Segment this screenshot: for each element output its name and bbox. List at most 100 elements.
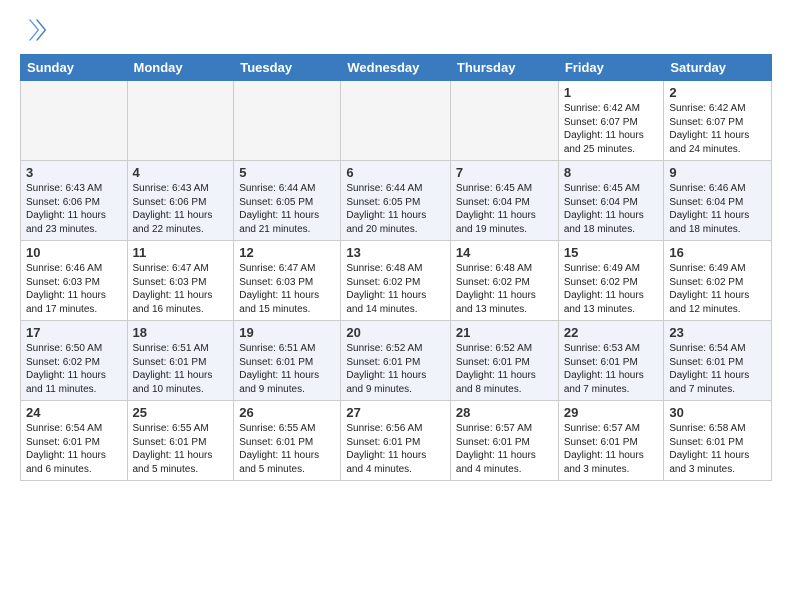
day-info: Sunrise: 6:47 AM Sunset: 6:03 PM Dayligh… (133, 262, 229, 316)
day-info: Sunrise: 6:45 AM Sunset: 6:04 PM Dayligh… (564, 182, 659, 236)
day-number: 22 (564, 325, 659, 340)
day-info: Sunrise: 6:51 AM Sunset: 6:01 PM Dayligh… (133, 342, 229, 396)
page: SundayMondayTuesdayWednesdayThursdayFrid… (0, 0, 792, 612)
day-number: 20 (346, 325, 445, 340)
day-number: 14 (456, 245, 553, 260)
day-number: 29 (564, 405, 659, 420)
day-number: 26 (239, 405, 335, 420)
day-number: 11 (133, 245, 229, 260)
day-info: Sunrise: 6:46 AM Sunset: 6:04 PM Dayligh… (669, 182, 766, 236)
calendar-week-2: 3 Sunrise: 6:43 AM Sunset: 6:06 PM Daylig… (21, 161, 772, 241)
day-cell-11: 11 Sunrise: 6:47 AM Sunset: 6:03 PM Dayli… (127, 241, 234, 321)
weekday-header-row: SundayMondayTuesdayWednesdayThursdayFrid… (21, 55, 772, 81)
day-cell-4: 4Sunrise: 6:43 AM Sunset: 6:06 PM Daylig… (127, 161, 234, 241)
weekday-header-tuesday: Tuesday (234, 55, 341, 81)
day-cell-8: 8Sunrise: 6:45 AM Sunset: 6:04 PM Daylig… (558, 161, 664, 241)
day-number: 25 (133, 405, 229, 420)
day-cell-2: 2Sunrise: 6:42 AM Sunset: 6:07 PM Daylig… (664, 81, 772, 161)
day-info: Sunrise: 6:53 AM Sunset: 6:01 PM Dayligh… (564, 342, 659, 396)
weekday-header-sunday: Sunday (21, 55, 128, 81)
weekday-header-monday: Monday (127, 55, 234, 81)
day-number: 12 (239, 245, 335, 260)
calendar: SundayMondayTuesdayWednesdayThursdayFrid… (20, 54, 772, 481)
day-number: 3 (26, 165, 122, 180)
day-info: Sunrise: 6:45 AM Sunset: 6:04 PM Dayligh… (456, 182, 553, 236)
day-cell-16: 16 Sunrise: 6:49 AM Sunset: 6:02 PM Dayli… (664, 241, 772, 321)
day-info: Sunrise: 6:54 AM Sunset: 6:01 PM Dayligh… (26, 422, 122, 476)
day-cell-14: 14 Sunrise: 6:48 AM Sunset: 6:02 PM Dayli… (450, 241, 558, 321)
day-number: 7 (456, 165, 553, 180)
day-cell-6: 6 Sunrise: 6:44 AM Sunset: 6:05 PM Daylig… (341, 161, 451, 241)
day-number: 5 (239, 165, 335, 180)
day-info: Sunrise: 6:55 AM Sunset: 6:01 PM Dayligh… (133, 422, 229, 476)
weekday-header-saturday: Saturday (664, 55, 772, 81)
day-number: 23 (669, 325, 766, 340)
day-cell-29: 29 Sunrise: 6:57 AM Sunset: 6:01 PM Dayli… (558, 401, 664, 481)
day-info: Sunrise: 6:49 AM Sunset: 6:02 PM Dayligh… (669, 262, 766, 316)
logo (20, 16, 52, 44)
day-number: 2 (669, 85, 766, 100)
day-cell-13: 13 Sunrise: 6:48 AM Sunset: 6:02 PM Dayli… (341, 241, 451, 321)
day-info: Sunrise: 6:42 AM Sunset: 6:07 PM Dayligh… (564, 102, 659, 156)
day-cell-28: 28 Sunrise: 6:57 AM Sunset: 6:01 PM Dayli… (450, 401, 558, 481)
calendar-week-5: 24 Sunrise: 6:54 AM Sunset: 6:01 PM Dayli… (21, 401, 772, 481)
day-number: 9 (669, 165, 766, 180)
calendar-week-1: 1 Sunrise: 6:42 AM Sunset: 6:07 PM Daylig… (21, 81, 772, 161)
day-cell-23: 23 Sunrise: 6:54 AM Sunset: 6:01 PM Dayli… (664, 321, 772, 401)
weekday-header-wednesday: Wednesday (341, 55, 451, 81)
day-info: Sunrise: 6:52 AM Sunset: 6:01 PM Dayligh… (456, 342, 553, 396)
empty-cell (127, 81, 234, 161)
day-cell-30: 30Sunrise: 6:58 AM Sunset: 6:01 PM Dayli… (664, 401, 772, 481)
calendar-week-3: 10 Sunrise: 6:46 AM Sunset: 6:03 PM Dayli… (21, 241, 772, 321)
day-cell-1: 1 Sunrise: 6:42 AM Sunset: 6:07 PM Daylig… (558, 81, 664, 161)
empty-cell (341, 81, 451, 161)
day-info: Sunrise: 6:43 AM Sunset: 6:06 PM Dayligh… (133, 182, 229, 236)
empty-cell (450, 81, 558, 161)
day-number: 10 (26, 245, 122, 260)
day-cell-19: 19 Sunrise: 6:51 AM Sunset: 6:01 PM Dayli… (234, 321, 341, 401)
day-number: 6 (346, 165, 445, 180)
day-info: Sunrise: 6:51 AM Sunset: 6:01 PM Dayligh… (239, 342, 335, 396)
day-number: 24 (26, 405, 122, 420)
day-info: Sunrise: 6:48 AM Sunset: 6:02 PM Dayligh… (346, 262, 445, 316)
day-number: 18 (133, 325, 229, 340)
day-number: 17 (26, 325, 122, 340)
weekday-header-friday: Friday (558, 55, 664, 81)
day-info: Sunrise: 6:43 AM Sunset: 6:06 PM Dayligh… (26, 182, 122, 236)
header (20, 16, 772, 44)
day-cell-12: 12 Sunrise: 6:47 AM Sunset: 6:03 PM Dayli… (234, 241, 341, 321)
weekday-header-thursday: Thursday (450, 55, 558, 81)
day-cell-17: 17 Sunrise: 6:50 AM Sunset: 6:02 PM Dayli… (21, 321, 128, 401)
day-info: Sunrise: 6:46 AM Sunset: 6:03 PM Dayligh… (26, 262, 122, 316)
day-number: 21 (456, 325, 553, 340)
day-cell-10: 10 Sunrise: 6:46 AM Sunset: 6:03 PM Dayli… (21, 241, 128, 321)
day-cell-21: 21 Sunrise: 6:52 AM Sunset: 6:01 PM Dayli… (450, 321, 558, 401)
day-number: 30 (669, 405, 766, 420)
calendar-week-4: 17 Sunrise: 6:50 AM Sunset: 6:02 PM Dayli… (21, 321, 772, 401)
day-info: Sunrise: 6:44 AM Sunset: 6:05 PM Dayligh… (346, 182, 445, 236)
day-number: 1 (564, 85, 659, 100)
day-info: Sunrise: 6:48 AM Sunset: 6:02 PM Dayligh… (456, 262, 553, 316)
day-cell-7: 7 Sunrise: 6:45 AM Sunset: 6:04 PM Daylig… (450, 161, 558, 241)
day-number: 13 (346, 245, 445, 260)
day-cell-20: 20Sunrise: 6:52 AM Sunset: 6:01 PM Dayli… (341, 321, 451, 401)
day-info: Sunrise: 6:54 AM Sunset: 6:01 PM Dayligh… (669, 342, 766, 396)
day-number: 16 (669, 245, 766, 260)
empty-cell (21, 81, 128, 161)
day-number: 27 (346, 405, 445, 420)
day-cell-5: 5Sunrise: 6:44 AM Sunset: 6:05 PM Daylig… (234, 161, 341, 241)
day-cell-18: 18 Sunrise: 6:51 AM Sunset: 6:01 PM Dayli… (127, 321, 234, 401)
day-info: Sunrise: 6:50 AM Sunset: 6:02 PM Dayligh… (26, 342, 122, 396)
day-cell-25: 25 Sunrise: 6:55 AM Sunset: 6:01 PM Dayli… (127, 401, 234, 481)
day-cell-22: 22 Sunrise: 6:53 AM Sunset: 6:01 PM Dayli… (558, 321, 664, 401)
day-info: Sunrise: 6:47 AM Sunset: 6:03 PM Dayligh… (239, 262, 335, 316)
day-info: Sunrise: 6:57 AM Sunset: 6:01 PM Dayligh… (564, 422, 659, 476)
day-number: 28 (456, 405, 553, 420)
day-info: Sunrise: 6:57 AM Sunset: 6:01 PM Dayligh… (456, 422, 553, 476)
day-cell-24: 24 Sunrise: 6:54 AM Sunset: 6:01 PM Dayli… (21, 401, 128, 481)
day-info: Sunrise: 6:49 AM Sunset: 6:02 PM Dayligh… (564, 262, 659, 316)
day-number: 19 (239, 325, 335, 340)
day-cell-3: 3 Sunrise: 6:43 AM Sunset: 6:06 PM Daylig… (21, 161, 128, 241)
day-info: Sunrise: 6:56 AM Sunset: 6:01 PM Dayligh… (346, 422, 445, 476)
empty-cell (234, 81, 341, 161)
